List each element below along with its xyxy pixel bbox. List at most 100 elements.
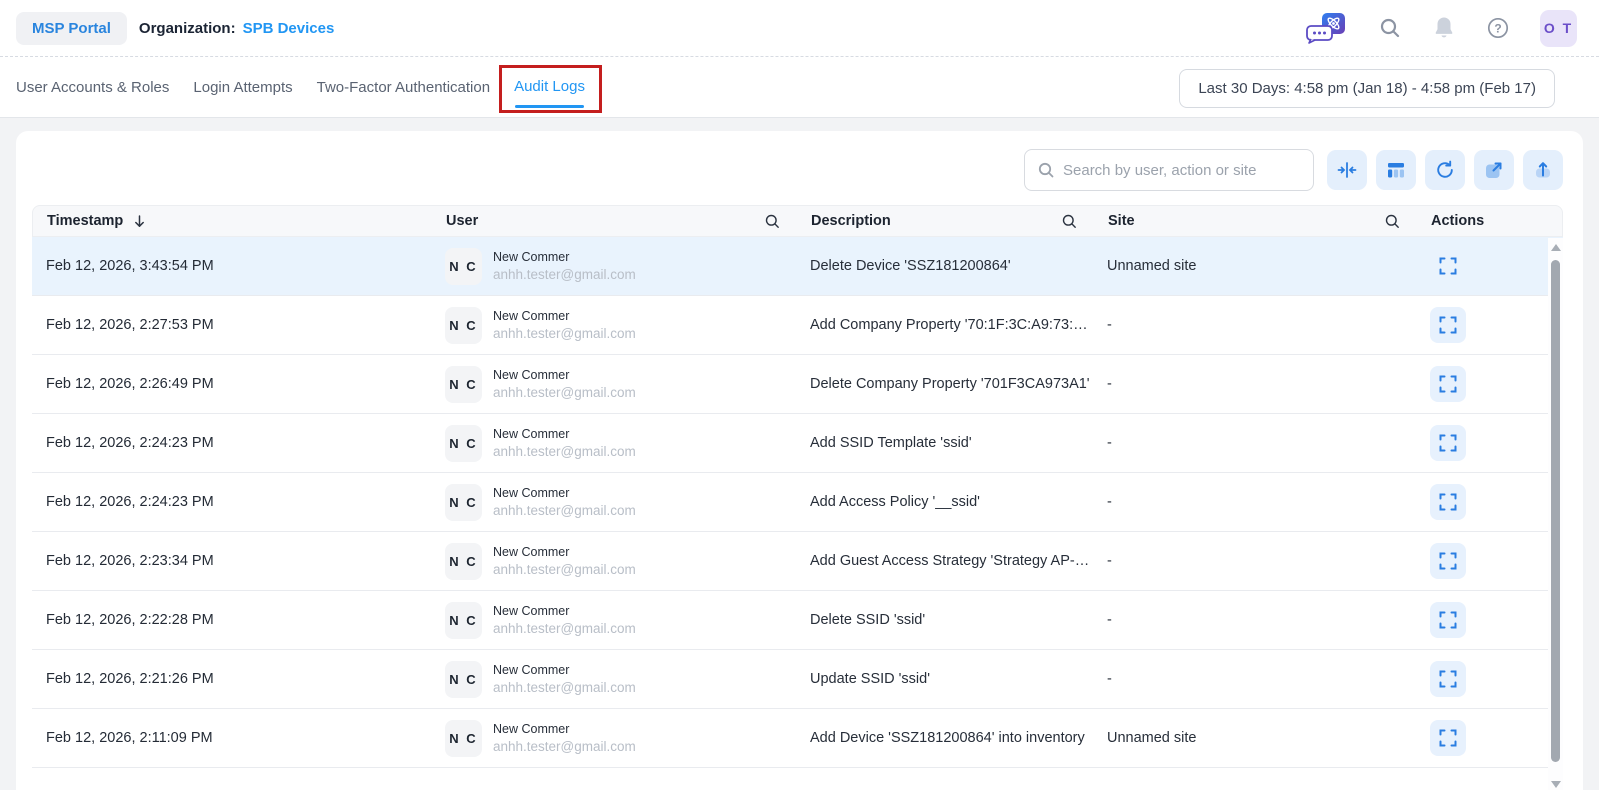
table-row[interactable]: Feb 12, 2026, 3:43:54 PM N C New Commer …: [32, 237, 1563, 296]
table-header-row: Timestamp User Description Site Actions: [32, 205, 1563, 237]
expand-row-button[interactable]: [1430, 661, 1466, 697]
expand-icon: [1439, 493, 1457, 511]
table-row[interactable]: Feb 12, 2026, 2:11:09 PM N C New Commer …: [32, 709, 1563, 768]
expand-row-button[interactable]: [1430, 248, 1466, 284]
refresh-button[interactable]: [1425, 150, 1465, 190]
row-user: N C New Commer anhh.tester@gmail.com: [445, 365, 810, 403]
column-header-site[interactable]: Site: [1108, 213, 1431, 230]
user-name: New Commer: [493, 604, 570, 618]
user-avatar: N C: [445, 247, 482, 285]
expand-row-button[interactable]: [1430, 720, 1466, 756]
user-email: anhh.tester@gmail.com: [493, 267, 636, 282]
vertical-scrollbar[interactable]: [1548, 238, 1563, 790]
column-search-icon[interactable]: [764, 213, 781, 230]
user-name: New Commer: [493, 250, 570, 264]
table-row[interactable]: Feb 12, 2026, 2:22:28 PM N C New Commer …: [32, 591, 1563, 650]
row-timestamp: Feb 12, 2026, 2:23:34 PM: [46, 553, 214, 569]
table-row[interactable]: Feb 12, 2026, 2:23:34 PM N C New Commer …: [32, 532, 1563, 591]
organization-value-link[interactable]: SPB Devices: [243, 20, 335, 37]
table-row[interactable]: Feb 12, 2026, 2:26:49 PM N C New Commer …: [32, 355, 1563, 414]
row-site: -: [1107, 553, 1112, 569]
table-row[interactable]: Feb 12, 2026, 2:24:23 PM N C New Commer …: [32, 473, 1563, 532]
notifications-bell-icon[interactable]: [1432, 15, 1456, 41]
row-site: -: [1107, 671, 1112, 687]
ai-assistant-icon[interactable]: [1302, 10, 1348, 46]
help-icon[interactable]: ?: [1486, 16, 1510, 40]
row-timestamp: Feb 12, 2026, 2:26:49 PM: [46, 376, 214, 392]
column-header-description[interactable]: Description: [811, 213, 1108, 230]
user-name: New Commer: [493, 486, 570, 500]
search-input[interactable]: [1063, 161, 1301, 179]
expand-row-button[interactable]: [1430, 602, 1466, 638]
svg-text:?: ?: [1494, 21, 1501, 35]
header-actions: ? O T: [1302, 9, 1577, 47]
column-search-icon[interactable]: [1384, 213, 1401, 230]
open-in-new-icon: [1486, 162, 1502, 178]
scrollbar-thumb[interactable]: [1551, 260, 1560, 762]
collapse-columns-icon: [1337, 162, 1357, 178]
global-search-icon[interactable]: [1378, 16, 1402, 40]
row-site: -: [1107, 376, 1112, 392]
tab-audit-logs-wrapper: Audit Logs: [499, 65, 602, 113]
user-email: anhh.tester@gmail.com: [493, 680, 636, 695]
expand-icon: [1439, 729, 1457, 747]
expand-row-button[interactable]: [1430, 543, 1466, 579]
table-row[interactable]: Feb 12, 2026, 2:24:23 PM N C New Commer …: [32, 414, 1563, 473]
column-header-user[interactable]: User: [446, 213, 811, 230]
expand-row-button[interactable]: [1430, 425, 1466, 461]
row-description: Delete Device 'SSZ181200864': [810, 258, 1011, 274]
user-email: anhh.tester@gmail.com: [493, 621, 636, 636]
tabs: User Accounts & Roles Login Attempts Two…: [16, 65, 602, 113]
manage-columns-button[interactable]: [1376, 150, 1416, 190]
expand-icon: [1439, 611, 1457, 629]
msp-portal-button[interactable]: MSP Portal: [16, 11, 127, 45]
row-site: -: [1107, 435, 1112, 451]
column-header-actions: Actions: [1431, 213, 1485, 229]
audit-logs-card: Timestamp User Description: [16, 131, 1583, 790]
user-email: anhh.tester@gmail.com: [493, 739, 636, 754]
expand-row-button[interactable]: [1430, 366, 1466, 402]
row-user: N C New Commer anhh.tester@gmail.com: [445, 719, 810, 757]
tab-audit-logs[interactable]: Audit Logs: [514, 74, 585, 99]
user-avatar: N C: [445, 601, 482, 639]
organization-label: Organization:: [138, 19, 236, 37]
column-header-timestamp[interactable]: Timestamp: [33, 213, 446, 229]
user-name: New Commer: [493, 368, 570, 382]
column-search-icon[interactable]: [1061, 213, 1078, 230]
collapse-columns-button[interactable]: [1327, 150, 1367, 190]
row-timestamp: Feb 12, 2026, 2:24:23 PM: [46, 435, 214, 451]
row-description: Add Access Policy '__ssid': [810, 494, 980, 510]
table-row[interactable]: Feb 12, 2026, 2:27:53 PM N C New Commer …: [32, 296, 1563, 355]
expand-row-button[interactable]: [1430, 484, 1466, 520]
expand-icon: [1439, 375, 1457, 393]
audit-logs-table: Timestamp User Description Site Actions …: [32, 205, 1563, 790]
row-site: Unnamed site: [1107, 730, 1197, 746]
user-name: New Commer: [493, 722, 570, 736]
row-description: Add Company Property '70:1F:3C:A9:73:A1': [810, 317, 1094, 333]
scroll-up-arrow[interactable]: [1550, 244, 1561, 251]
row-user: N C New Commer anhh.tester@gmail.com: [445, 306, 810, 344]
user-email: anhh.tester@gmail.com: [493, 503, 636, 518]
export-button[interactable]: [1523, 150, 1563, 190]
user-avatar: N C: [445, 365, 482, 403]
table-row[interactable]: Feb 12, 2026, 2:21:26 PM N C New Commer …: [32, 650, 1563, 709]
user-avatar-badge[interactable]: O T: [1540, 9, 1577, 47]
user-email: anhh.tester@gmail.com: [493, 444, 636, 459]
tab-login-attempts[interactable]: Login Attempts: [193, 75, 292, 100]
user-name: New Commer: [493, 427, 570, 441]
date-range-picker[interactable]: Last 30 Days: 4:58 pm (Jan 18) - 4:58 pm…: [1179, 69, 1555, 108]
row-site: Unnamed site: [1107, 258, 1197, 274]
scroll-down-arrow[interactable]: [1550, 781, 1561, 788]
open-in-new-window-button[interactable]: [1474, 150, 1514, 190]
expand-icon: [1439, 316, 1457, 334]
user-name: New Commer: [493, 309, 570, 323]
tab-user-accounts-roles[interactable]: User Accounts & Roles: [16, 75, 169, 100]
tab-two-factor-authentication[interactable]: Two-Factor Authentication: [317, 75, 490, 100]
refresh-icon: [1437, 160, 1453, 178]
expand-icon: [1439, 257, 1457, 275]
expand-icon: [1439, 552, 1457, 570]
user-avatar: N C: [445, 719, 482, 757]
row-site: -: [1107, 494, 1112, 510]
expand-row-button[interactable]: [1430, 307, 1466, 343]
expand-icon: [1439, 434, 1457, 452]
